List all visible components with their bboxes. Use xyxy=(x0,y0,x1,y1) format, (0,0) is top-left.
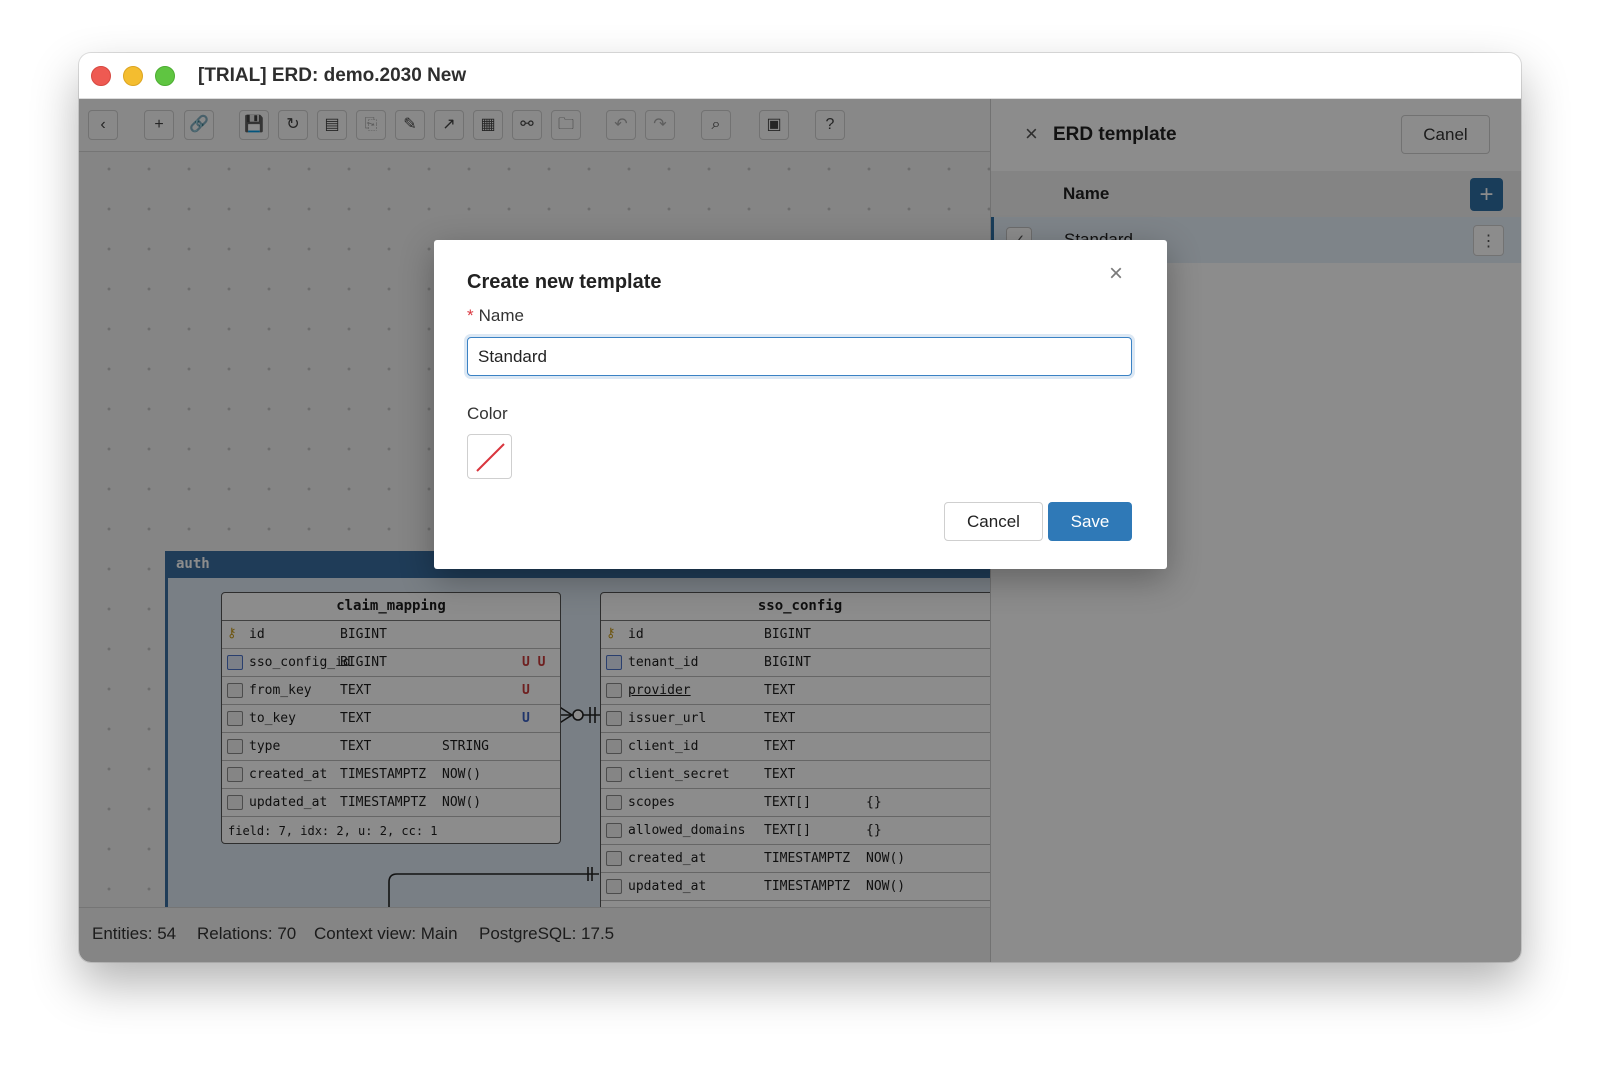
color-field-label: Color xyxy=(467,404,508,423)
create-template-dialog: Create new template × *Name Color Cancel… xyxy=(434,240,1167,569)
window-title: [TRIAL] ERD: demo.2030 New xyxy=(198,65,467,86)
zoom-window-button[interactable] xyxy=(155,66,175,86)
no-color-icon xyxy=(476,443,505,472)
name-field-label: * Name xyxy=(467,306,524,326)
dialog-title: Create new template xyxy=(467,271,662,293)
close-icon[interactable]: × xyxy=(1109,262,1123,286)
name-label-text: Name xyxy=(478,306,524,325)
required-mark: * xyxy=(467,306,474,325)
color-picker-button[interactable] xyxy=(467,434,512,479)
close-window-button[interactable] xyxy=(91,66,111,86)
cancel-button[interactable]: Cancel xyxy=(944,502,1043,541)
title-bar: [TRIAL] ERD: demo.2030 New xyxy=(79,53,1521,99)
save-button[interactable]: Save xyxy=(1048,502,1132,541)
template-name-input[interactable] xyxy=(467,337,1132,376)
minimize-window-button[interactable] xyxy=(123,66,143,86)
